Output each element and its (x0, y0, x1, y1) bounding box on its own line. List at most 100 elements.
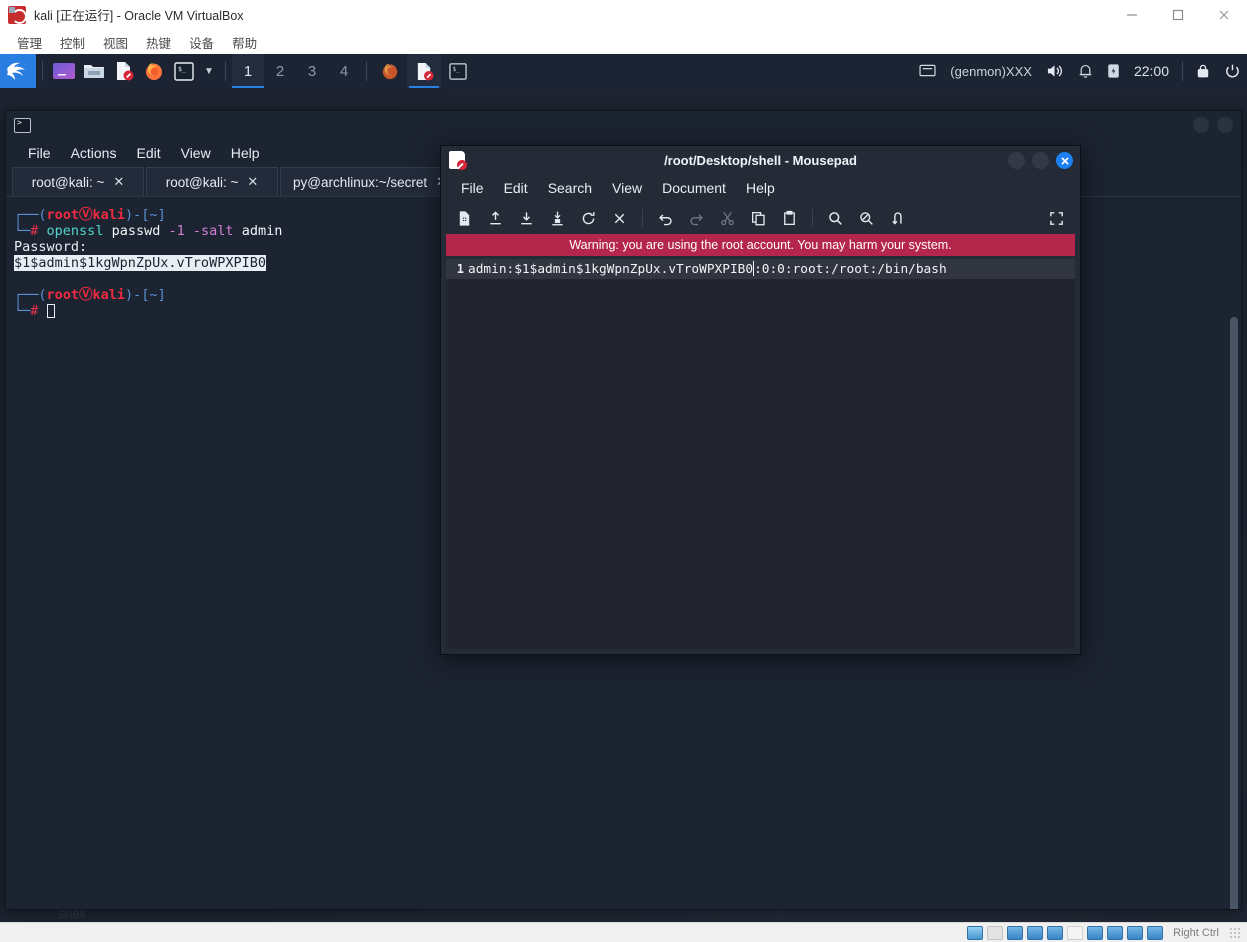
maximize-button[interactable] (1155, 0, 1201, 30)
mousepad-window-button[interactable] (407, 54, 441, 88)
mousepad-menu-help[interactable]: Help (736, 178, 785, 198)
firefox-icon (146, 63, 162, 80)
line-number: 1 (456, 262, 464, 276)
battery-icon[interactable] (1100, 54, 1127, 88)
editor-line-1[interactable]: 1 admin:$1$admin$1kgWpnZpUx.vTroWPXPIB0:… (446, 259, 1075, 279)
new-document-icon[interactable] (449, 203, 480, 233)
terminal-window-button[interactable]: $_ (441, 54, 475, 88)
recording-icon[interactable] (1107, 925, 1124, 940)
menu-manage[interactable]: 管理 (8, 31, 51, 54)
menu-hotkey[interactable]: 热键 (137, 31, 180, 54)
menu-control[interactable]: 控制 (51, 31, 94, 54)
toolbar-separator (642, 209, 643, 227)
mousepad-menu-search[interactable]: Search (538, 178, 602, 198)
usb-icon[interactable] (1047, 925, 1064, 940)
editor-text-before-caret: admin:$1$admin$1kgWpnZpUx.vTroWPXPIB0 (468, 262, 754, 277)
mousepad-window: /root/Desktop/shell - Mousepad File Edit… (440, 145, 1081, 655)
volume-icon[interactable] (1039, 54, 1071, 88)
file-manager-launcher[interactable] (79, 54, 109, 88)
clipboard-paste-icon[interactable] (774, 203, 805, 233)
terminal-titlebar (6, 111, 1241, 139)
save-as-icon[interactable] (542, 203, 573, 233)
fullscreen-icon[interactable] (1041, 203, 1072, 233)
mousepad-editor[interactable]: 1 admin:$1$admin$1kgWpnZpUx.vTroWPXPIB0:… (446, 259, 1075, 649)
terminal-menu-actions[interactable]: Actions (61, 143, 127, 163)
applications-menu-button[interactable] (0, 54, 36, 88)
virtualbox-titlebar: kali [正在运行] - Oracle VM VirtualBox (0, 0, 1247, 30)
prompt-host: kali (92, 207, 126, 223)
network-icon[interactable] (1027, 925, 1044, 940)
terminal-menu-edit[interactable]: Edit (126, 143, 170, 163)
terminal-menu-view[interactable]: View (171, 143, 221, 163)
workspace-2[interactable]: 2 (264, 54, 296, 88)
keyboard-icon[interactable] (1147, 925, 1164, 940)
terminal-menu-file[interactable]: File (18, 143, 61, 163)
chevron-down-icon[interactable]: ▼ (199, 54, 219, 88)
reload-refresh-icon[interactable] (573, 203, 604, 233)
genmon-indicator[interactable]: (genmon)XXX (943, 54, 1039, 88)
terminal-launcher[interactable]: $_ (169, 54, 199, 88)
menu-view[interactable]: 视图 (94, 31, 137, 54)
mousepad-titlebar[interactable]: /root/Desktop/shell - Mousepad (441, 146, 1080, 174)
display-icon[interactable] (912, 54, 943, 88)
menu-devices[interactable]: 设备 (180, 31, 223, 54)
terminal-tab-3[interactable]: py@archlinux:~/secret ✕ (280, 167, 461, 196)
mousepad-close-button[interactable] (1056, 152, 1073, 169)
mousepad-menu-file[interactable]: File (451, 178, 494, 198)
firefox-window-button[interactable] (373, 54, 407, 88)
close-x-icon[interactable] (604, 203, 635, 233)
resize-grip[interactable] (1229, 926, 1241, 939)
undo-arrow-icon[interactable] (650, 203, 681, 233)
logout-icon[interactable] (1217, 54, 1247, 88)
terminal-tab-1[interactable]: root@kali: ~ ✕ (12, 167, 144, 196)
goto-line-icon[interactable] (882, 203, 913, 233)
terminal-tab-label: root@kali: ~ (31, 174, 105, 190)
terminal-minimize-button[interactable] (1193, 117, 1209, 133)
text-editor-launcher[interactable] (109, 54, 139, 88)
find-replace-icon[interactable] (851, 203, 882, 233)
mousepad-menu-edit[interactable]: Edit (494, 178, 538, 198)
mouse-icon[interactable] (1127, 925, 1144, 940)
folder-icon (84, 65, 104, 78)
mousepad-title: /root/Desktop/shell - Mousepad (664, 152, 857, 168)
prompt-path: [~] (141, 207, 166, 223)
save-download-icon[interactable] (511, 203, 542, 233)
close-icon[interactable]: ✕ (113, 174, 124, 190)
display-icon[interactable] (1087, 925, 1104, 940)
optical-disk-icon[interactable] (987, 925, 1004, 940)
audio-icon[interactable] (1007, 925, 1024, 940)
workspace-4[interactable]: 4 (328, 54, 360, 88)
menu-help[interactable]: 帮助 (223, 31, 266, 54)
terminal-menu-help[interactable]: Help (221, 143, 270, 163)
mousepad-maximize-button[interactable] (1032, 152, 1049, 169)
redo-arrow-icon (681, 203, 712, 233)
mousepad-menu-view[interactable]: View (602, 178, 652, 198)
magnifier-search-icon[interactable] (820, 203, 851, 233)
firefox-launcher[interactable] (139, 54, 169, 88)
workspace-3[interactable]: 3 (296, 54, 328, 88)
mousepad-window-controls (1008, 152, 1073, 169)
terminal-maximize-button[interactable] (1217, 117, 1233, 133)
copy-icon[interactable] (743, 203, 774, 233)
terminal-icon: $_ (174, 61, 194, 81)
shared-folder-icon[interactable] (1067, 925, 1084, 940)
hard-disk-icon[interactable] (967, 925, 984, 940)
terminal-tab-2[interactable]: root@kali: ~ ✕ (146, 167, 278, 196)
workspace-1[interactable]: 1 (232, 54, 264, 88)
lock-icon[interactable] (1189, 54, 1217, 88)
kali-dragon-icon (7, 62, 25, 80)
close-icon[interactable]: ✕ (247, 174, 258, 190)
terminal-scrollbar[interactable] (1229, 317, 1239, 909)
mousepad-menu-document[interactable]: Document (652, 178, 736, 198)
notification-bell-icon[interactable] (1071, 54, 1100, 88)
kali-top-panel: $_ ▼ 1 2 3 4 $_ (genmon)XXX 22:00 (0, 54, 1247, 88)
minimize-button[interactable] (1109, 0, 1155, 30)
terminal-scrollbar-thumb[interactable] (1230, 317, 1238, 909)
close-button[interactable] (1201, 0, 1247, 30)
terminal-emulator-launcher[interactable] (49, 54, 79, 88)
clock[interactable]: 22:00 (1127, 54, 1176, 88)
open-upload-icon[interactable] (480, 203, 511, 233)
guest-screen: Trash root File System Home tmp.py (0, 54, 1247, 922)
terminal-window-controls (1193, 117, 1233, 133)
mousepad-minimize-button[interactable] (1008, 152, 1025, 169)
